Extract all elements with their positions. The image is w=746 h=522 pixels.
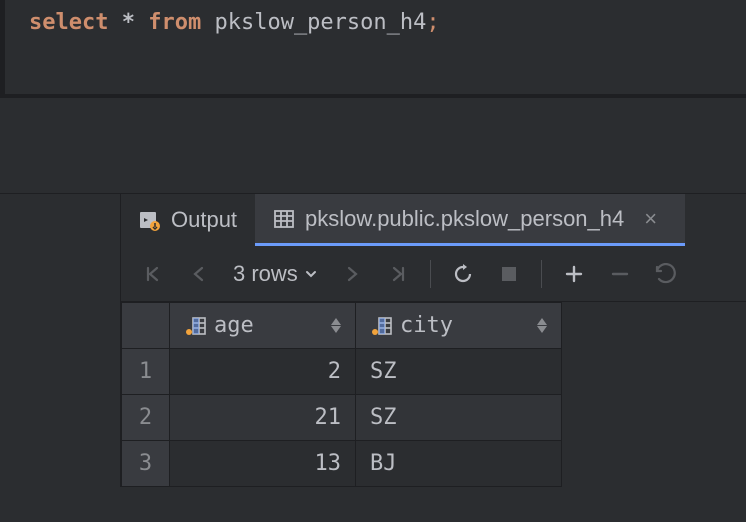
cell-city[interactable]: BJ: [356, 441, 562, 487]
spacer: [0, 98, 746, 193]
table-identifier: pkslow_person_h4: [214, 10, 426, 35]
tab-result-label: pkslow.public.pkslow_person_h4: [305, 206, 624, 232]
column-header-city[interactable]: city: [356, 303, 562, 349]
output-icon: [139, 209, 161, 231]
column-header-age[interactable]: age: [170, 303, 356, 349]
column-icon: [184, 315, 206, 337]
left-gutter: [0, 193, 120, 487]
column-name: age: [214, 313, 254, 338]
tab-output-label: Output: [171, 207, 237, 233]
first-page-button[interactable]: [133, 254, 173, 294]
tab-result[interactable]: pkslow.public.pkslow_person_h4 ×: [255, 194, 685, 246]
stop-button[interactable]: [489, 254, 529, 294]
table-icon: [273, 208, 295, 230]
row-number: 2: [122, 395, 170, 441]
row-number-header[interactable]: [122, 303, 170, 349]
chevron-down-icon: [304, 267, 318, 281]
row-number: 3: [122, 441, 170, 487]
sort-icon[interactable]: [331, 318, 341, 333]
cell-age[interactable]: 13: [170, 441, 356, 487]
cell-age[interactable]: 2: [170, 349, 356, 395]
table-row[interactable]: 2 21 SZ: [122, 395, 562, 441]
tab-output[interactable]: Output: [121, 194, 255, 246]
cell-city[interactable]: SZ: [356, 395, 562, 441]
remove-row-button[interactable]: [600, 254, 640, 294]
column-name: city: [400, 313, 453, 338]
refresh-button[interactable]: [443, 254, 483, 294]
column-icon: [370, 315, 392, 337]
toolbar-separator: [541, 260, 542, 288]
last-page-button[interactable]: [378, 254, 418, 294]
asterisk: *: [122, 10, 135, 35]
results-panel: Output pkslow.public.pkslow_person_h4 ×: [120, 193, 746, 487]
cell-age[interactable]: 21: [170, 395, 356, 441]
add-row-button[interactable]: [554, 254, 594, 294]
rows-count-label: 3 rows: [233, 261, 298, 287]
table-row[interactable]: 3 13 BJ: [122, 441, 562, 487]
close-icon[interactable]: ×: [634, 206, 667, 232]
sql-editor[interactable]: select * from pkslow_person_h4;: [0, 0, 746, 98]
cell-city[interactable]: SZ: [356, 349, 562, 395]
keyword-from: from: [148, 10, 201, 35]
prev-page-button[interactable]: [179, 254, 219, 294]
result-table: age: [121, 302, 562, 487]
row-number: 1: [122, 349, 170, 395]
sort-icon[interactable]: [537, 318, 547, 333]
result-toolbar: 3 rows: [121, 246, 746, 302]
toolbar-separator: [430, 260, 431, 288]
result-tabs: Output pkslow.public.pkslow_person_h4 ×: [121, 194, 746, 246]
keyword-select: select: [29, 10, 108, 35]
semicolon: ;: [426, 10, 439, 35]
revert-button[interactable]: [646, 254, 686, 294]
table-row[interactable]: 1 2 SZ: [122, 349, 562, 395]
rows-count-dropdown[interactable]: 3 rows: [225, 261, 326, 287]
next-page-button[interactable]: [332, 254, 372, 294]
